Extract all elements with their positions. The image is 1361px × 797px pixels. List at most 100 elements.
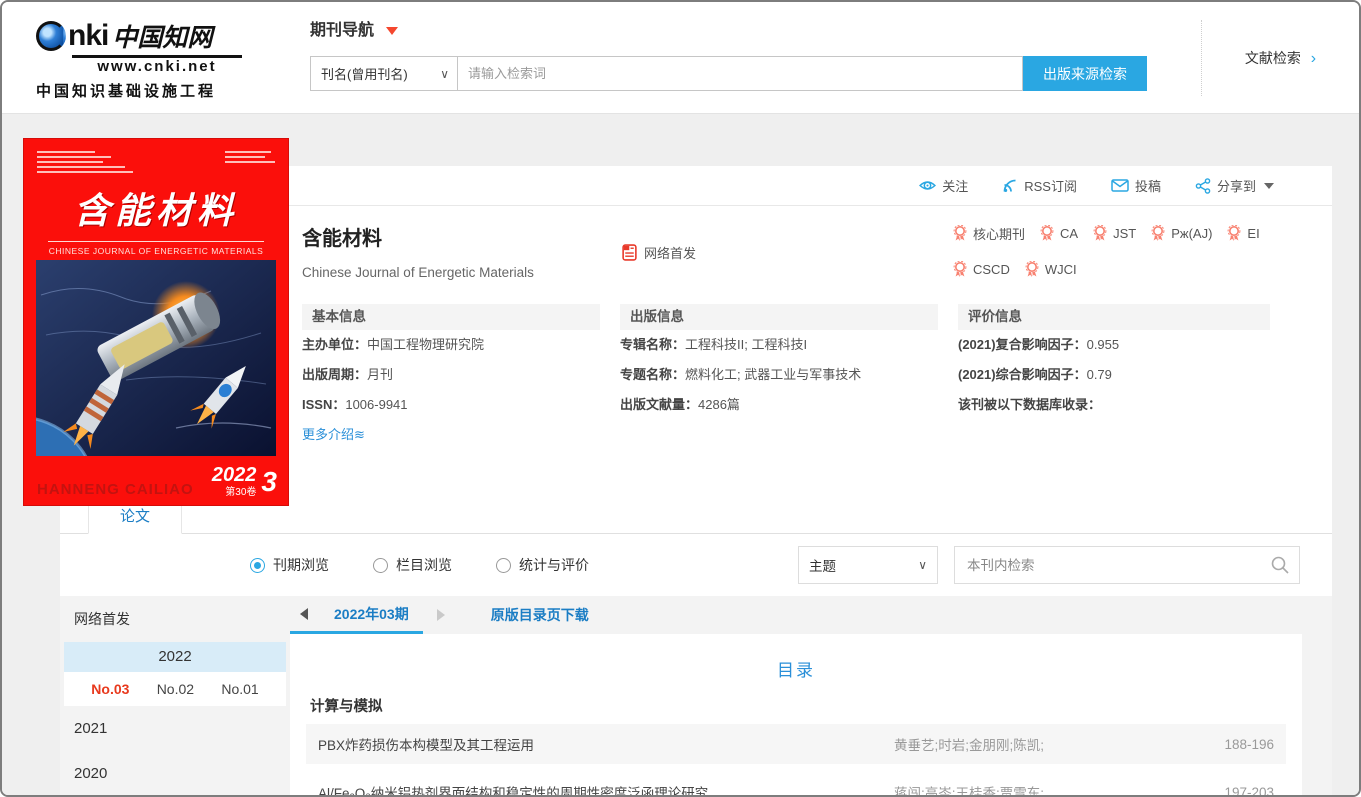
eval-info-value: 0.955 (1086, 337, 1120, 352)
follow-button[interactable]: 关注 (919, 176, 968, 195)
search-field-select[interactable]: 刊名(曾用刊名) ∨ (310, 56, 458, 91)
chevron-down-icon: ∨ (918, 558, 927, 572)
article-title-link[interactable]: Al/Fe₂O₃纳米铝热剂界面结构和稳定性的周期性密度泛函理论研究 (318, 782, 894, 795)
document-search-link[interactable]: 文献检索 › (1245, 48, 1316, 68)
journal-cover[interactable]: 含能材料 CHINESE JOURNAL OF ENERGETIC MATERI… (23, 138, 289, 506)
more-intro-link[interactable]: 更多介绍≋ (302, 424, 365, 443)
basic-info-value: 月刊 (367, 367, 394, 382)
basic-info-column: 基本信息 主办单位：中国工程物理研究院 出版周期：月刊 ISSN：1006-99… (302, 304, 600, 444)
triangle-left-icon[interactable] (300, 607, 308, 620)
share-nodes-icon (1195, 177, 1211, 194)
badge-core-journal: 核心期刊 (952, 222, 1025, 245)
radio-column-browse[interactable]: 栏目浏览 (373, 555, 452, 575)
issue-no-02[interactable]: No.02 (157, 681, 194, 697)
source-search-button[interactable]: 出版来源检索 (1023, 56, 1147, 91)
article-row: Al/Fe₂O₃纳米铝热剂界面结构和稳定性的周期性密度泛函理论研究 蒋闯;高岑;… (306, 772, 1286, 796)
issue-no-03[interactable]: No.03 (91, 681, 129, 697)
submit-button[interactable]: 投稿 (1111, 176, 1161, 195)
eval-info-value: 0.79 (1086, 367, 1112, 382)
header-search-input[interactable] (458, 56, 1023, 91)
cover-volume: 第30卷 (225, 487, 257, 498)
header-middle: 期刊导航 刊名(曾用刊名) ∨ 出版来源检索 (310, 16, 1147, 91)
publication-info-column: 出版信息 专辑名称：工程科技II; 工程科技I 专题名称：燃料化工; 武器工业与… (620, 304, 938, 444)
rss-button[interactable]: RSS订阅 (1002, 176, 1077, 195)
in-journal-search: 主题 ∨ (798, 546, 1300, 584)
year-2021[interactable]: 2021 (60, 706, 290, 751)
logo-cn-text: 中国知网 (112, 23, 213, 52)
badge-label: CA (1060, 225, 1079, 241)
search-field-value: 刊名(曾用刊名) (321, 67, 408, 82)
badge-cscd: CSCD (952, 260, 1010, 281)
toc-section-header: 计算与模拟 (310, 699, 383, 715)
basic-info-label: 出版周期： (302, 367, 368, 382)
header-search-row: 刊名(曾用刊名) ∨ 出版来源检索 (310, 56, 1147, 91)
pub-info-label: 出版文献量： (620, 397, 699, 412)
cover-microtext-right (225, 151, 275, 166)
badge-label: EI (1247, 225, 1260, 241)
share-button[interactable]: 分享到 (1195, 176, 1274, 195)
online-first-flag[interactable]: 网络首发 (622, 225, 696, 280)
magnifier-icon[interactable] (1270, 555, 1290, 575)
pub-info-value: 燃料化工; 武器工业与军事技术 (685, 367, 862, 382)
basic-info-value: 中国工程物理研究院 (367, 337, 485, 352)
eval-info-label: (2021)复合影响因子： (958, 337, 1087, 352)
year-block-2022: 2022 No.03 No.02 No.01 (64, 642, 286, 706)
pub-info-value: 4286篇 (698, 397, 740, 412)
cover-title: 含能材料 (73, 190, 238, 232)
radio-stats-label: 统计与评价 (519, 557, 589, 573)
cover-year: 2022 (211, 464, 257, 486)
article-row: PBX炸药损伤本构模型及其工程运用 黄垂艺;时岩;金朋刚;陈凯; 188-196 (306, 724, 1286, 764)
basic-info-label: ISSN： (302, 397, 346, 412)
basic-info-header: 基本信息 (302, 304, 600, 330)
toc-tabbar: 2022年03期 原版目录页下载 (290, 596, 1302, 634)
article-title-link[interactable]: PBX炸药损伤本构模型及其工程运用 (318, 734, 894, 754)
toc-download-link[interactable]: 原版目录页下载 (491, 605, 589, 625)
browse-content: 网络首发 2022 No.03 No.02 No.01 2021 2020 20… (60, 596, 1332, 796)
pub-info-value: 工程科技II; 工程科技I (685, 337, 808, 352)
submit-label: 投稿 (1134, 179, 1161, 194)
badge-ei: EI (1226, 222, 1260, 245)
badge-paj: Pж(AJ) (1150, 222, 1212, 245)
article-authors[interactable]: 蒋闯;高岑;王桂香;贾雪东; (894, 782, 1194, 795)
triangle-right-icon[interactable] (436, 609, 445, 621)
eye-icon (919, 181, 937, 190)
pub-info-label: 专题名称： (620, 367, 686, 382)
publication-info-header: 出版信息 (620, 304, 938, 330)
cover-rule (48, 241, 264, 242)
sidebar-online-first[interactable]: 网络首发 (60, 604, 290, 634)
year-2020[interactable]: 2020 (60, 751, 290, 795)
logo-subtitle: 中国知识基础设施工程 (36, 83, 217, 100)
share-label: 分享到 (1216, 179, 1256, 194)
current-issue-label[interactable]: 2022年03期 (334, 604, 409, 624)
header-right: 文献检索 › (1201, 20, 1359, 96)
radio-column-label: 栏目浏览 (396, 557, 452, 573)
cover-bottom: HANNENG CAILIAO 2022 第30卷 3 (37, 465, 277, 498)
journal-nav-menu[interactable]: 期刊导航 (310, 16, 1147, 40)
radio-icon (250, 557, 265, 573)
chevron-right-icon: › (1310, 50, 1317, 67)
radio-issue-browse[interactable]: 刊期浏览 (250, 555, 329, 575)
badge-label: WJCI (1044, 262, 1077, 278)
radio-stats-eval[interactable]: 统计与评价 (496, 555, 589, 575)
document-search-label: 文献检索 (1244, 50, 1301, 66)
year-2022[interactable]: 2022 (64, 642, 286, 672)
chevron-down-icon: ∨ (440, 66, 449, 81)
pub-info-label: 专辑名称： (620, 337, 686, 352)
search-topic-select[interactable]: 主题 ∨ (798, 546, 938, 584)
triangle-down-icon (386, 26, 399, 35)
basic-info-value: 1006-9941 (345, 397, 408, 412)
mail-icon (1111, 179, 1129, 192)
issue-no-01[interactable]: No.01 (221, 681, 258, 697)
article-authors[interactable]: 黄垂艺;时岩;金朋刚;陈凯; (894, 734, 1194, 754)
rss-label: RSS订阅 (1024, 179, 1077, 194)
medal-icon (953, 261, 967, 278)
rss-icon (1003, 179, 1016, 192)
medal-icon (1228, 224, 1241, 241)
in-journal-search-input[interactable] (954, 546, 1300, 584)
logo-latin: nki (68, 19, 109, 52)
header: nki 中国知网 www.cnki.net 中国知识基础设施工程 期刊导航 刊名… (2, 2, 1359, 114)
badges: 核心期刊 CA JST Pж(AJ) EI CSCD WJCI (952, 222, 1288, 280)
cnki-logo[interactable]: nki 中国知网 www.cnki.net 中国知识基础设施工程 (36, 18, 278, 101)
evaluation-info-column: 评价信息 (2021)复合影响因子：0.955 (2021)综合影响因子：0.7… (958, 304, 1270, 444)
article-pages: 188-196 (1224, 736, 1274, 752)
